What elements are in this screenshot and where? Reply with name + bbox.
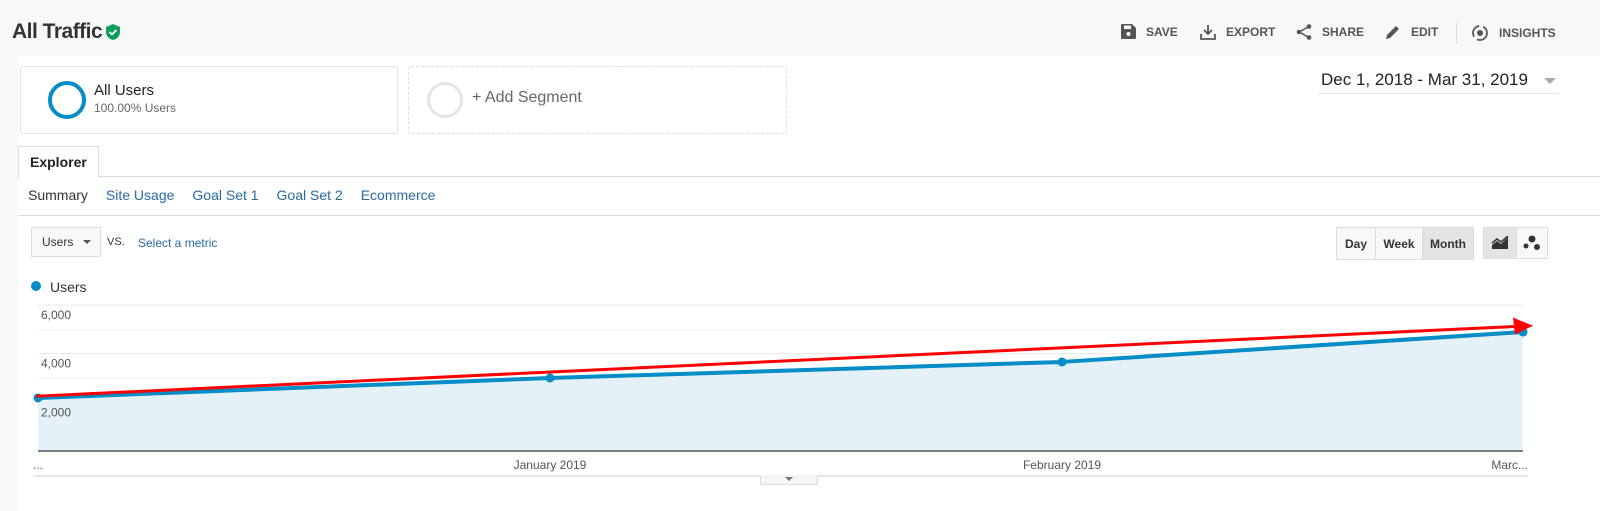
y-tick-label: 2,000 bbox=[41, 405, 71, 419]
divider bbox=[18, 176, 1600, 177]
motion-chart-button[interactable] bbox=[1517, 227, 1548, 259]
segment-placeholder-icon bbox=[427, 82, 463, 118]
subtab-site-usage[interactable]: Site Usage bbox=[106, 187, 174, 203]
divider bbox=[18, 215, 1600, 216]
day-button[interactable]: Day bbox=[1336, 227, 1376, 260]
x-tick-label: January 2019 bbox=[514, 458, 587, 472]
page-title: All Traffic bbox=[12, 20, 103, 43]
granularity-toggle: Day Week Month bbox=[1336, 227, 1474, 260]
vs-label: VS. bbox=[107, 236, 125, 248]
save-button[interactable]: SAVE bbox=[1121, 24, 1178, 39]
motion-chart-icon bbox=[1523, 235, 1540, 250]
legend-dot bbox=[31, 281, 41, 291]
chevron-down-icon bbox=[83, 240, 92, 244]
x-tick-label: February 2019 bbox=[1023, 458, 1101, 472]
add-segment-button[interactable]: + Add Segment bbox=[408, 66, 787, 134]
share-icon bbox=[1296, 24, 1312, 40]
subtab-goal-set-2[interactable]: Goal Set 2 bbox=[277, 187, 343, 203]
shield-check-icon bbox=[106, 24, 120, 40]
data-point bbox=[1057, 357, 1067, 367]
toolbar-divider bbox=[1456, 22, 1457, 44]
select-metric-link[interactable]: Select a metric bbox=[138, 236, 217, 250]
y-tick-label: 4,000 bbox=[41, 357, 71, 371]
save-icon bbox=[1121, 24, 1136, 39]
y-tick-label: 6,000 bbox=[41, 308, 71, 322]
segment-circle-icon bbox=[48, 81, 86, 119]
chevron-down-icon bbox=[785, 477, 793, 481]
users-chart: 6,000 4,000 2,000... January 2019 February 2… bbox=[33, 304, 1533, 477]
insights-icon bbox=[1472, 25, 1488, 41]
week-button[interactable]: Week bbox=[1376, 227, 1423, 260]
metric-select[interactable]: Users bbox=[31, 227, 101, 257]
subtab-ecommerce[interactable]: Ecommerce bbox=[361, 187, 436, 203]
line-chart-button[interactable] bbox=[1483, 227, 1517, 259]
date-range-text: Dec 1, 2018 - Mar 31, 2019 bbox=[1321, 70, 1528, 89]
segment-detail: 100.00% Users bbox=[94, 101, 177, 115]
chart-type-toggle bbox=[1483, 227, 1548, 259]
add-segment-label: + Add Segment bbox=[472, 89, 582, 106]
export-icon bbox=[1200, 25, 1216, 40]
edit-button[interactable]: EDIT bbox=[1385, 24, 1438, 40]
x-tick-label: Marc... bbox=[1491, 458, 1528, 472]
line-chart-icon bbox=[1491, 236, 1509, 249]
legend-label-users: Users bbox=[50, 279, 87, 295]
chart-collapse-button[interactable] bbox=[760, 475, 818, 485]
chevron-down-icon bbox=[1543, 78, 1556, 84]
insights-button[interactable]: INSIGHTS bbox=[1471, 24, 1556, 42]
segment-name: All Users bbox=[94, 82, 155, 99]
share-button[interactable]: SHARE bbox=[1296, 24, 1364, 40]
subtabs: Summary Site Usage Goal Set 1 Goal Set 2… bbox=[28, 187, 435, 203]
edit-icon bbox=[1386, 26, 1399, 39]
export-button[interactable]: EXPORT bbox=[1200, 24, 1275, 40]
tab-explorer[interactable]: Explorer bbox=[18, 146, 99, 178]
date-range-picker[interactable]: Dec 1, 2018 - Mar 31, 2019 bbox=[1318, 70, 1558, 94]
subtab-summary[interactable]: Summary bbox=[28, 187, 88, 203]
series-area bbox=[38, 332, 1523, 451]
data-point bbox=[545, 373, 555, 383]
month-button[interactable]: Month bbox=[1423, 227, 1474, 260]
metric-selected: Users bbox=[42, 235, 74, 249]
x-tick-label: ... bbox=[33, 458, 43, 472]
subtab-goal-set-1[interactable]: Goal Set 1 bbox=[192, 187, 258, 203]
segment-all-users[interactable]: All Users 100.00% Users bbox=[20, 66, 398, 134]
